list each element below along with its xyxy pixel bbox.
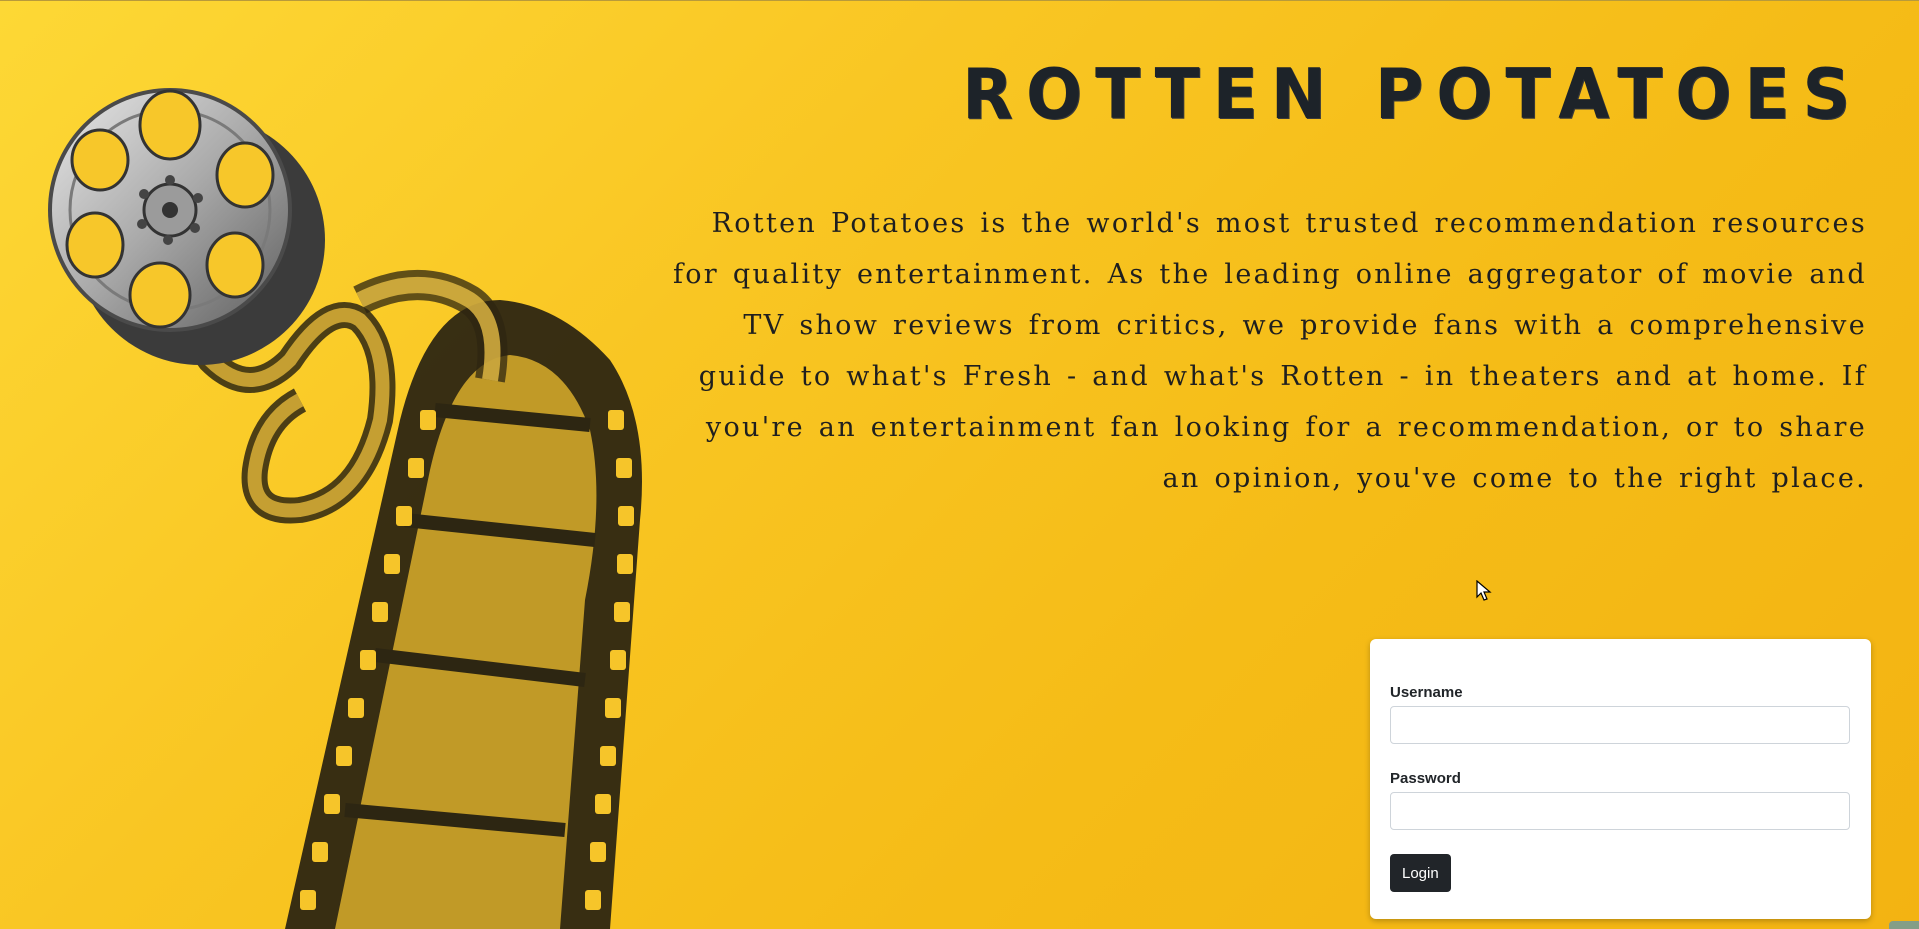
password-input[interactable] (1390, 792, 1850, 830)
login-button[interactable]: Login (1390, 854, 1451, 892)
film-reel-illustration (0, 0, 700, 929)
corner-indicator (1889, 921, 1919, 929)
login-form: Username Password Login (1370, 639, 1871, 919)
page-title: Rotten Potatoes (962, 54, 1863, 135)
film-reel-icon (48, 88, 642, 929)
hero-description: Rotten Potatoes is the world's most trus… (672, 208, 1867, 494)
mouse-cursor-icon (1476, 580, 1492, 601)
password-label: Password (1390, 770, 1461, 787)
username-label: Username (1390, 684, 1463, 701)
username-input[interactable] (1390, 706, 1850, 744)
